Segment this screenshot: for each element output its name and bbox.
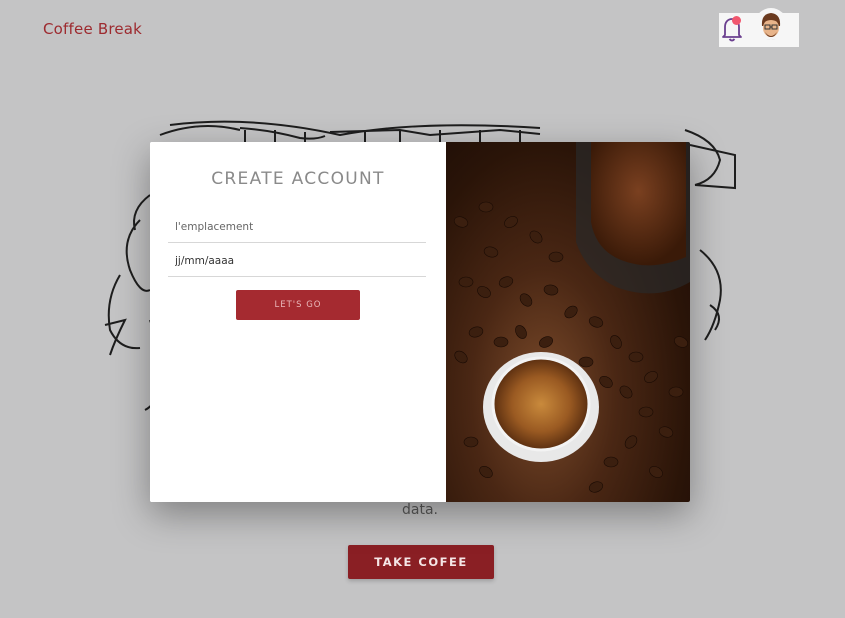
date-input[interactable] xyxy=(168,245,426,277)
notification-button[interactable] xyxy=(719,15,745,43)
coffee-photo xyxy=(446,142,690,502)
coffee-beans-image xyxy=(453,142,690,493)
notification-dot xyxy=(732,16,741,25)
avatar-illustration xyxy=(761,13,781,40)
lets-go-button[interactable]: LET'S GO xyxy=(236,290,360,320)
create-account-modal: CREATE ACCOUNT LET'S GO xyxy=(150,142,690,502)
modal-form-panel: CREATE ACCOUNT LET'S GO xyxy=(150,142,446,502)
take-coffee-button[interactable]: TAKE COFEE xyxy=(348,545,494,579)
avatar[interactable] xyxy=(755,8,787,40)
modal-title: CREATE ACCOUNT xyxy=(211,169,385,189)
user-area xyxy=(719,8,799,47)
hero-subtext: data. xyxy=(402,502,438,518)
brand-logo[interactable]: Coffee Break xyxy=(43,20,142,38)
location-input[interactable] xyxy=(168,211,426,243)
